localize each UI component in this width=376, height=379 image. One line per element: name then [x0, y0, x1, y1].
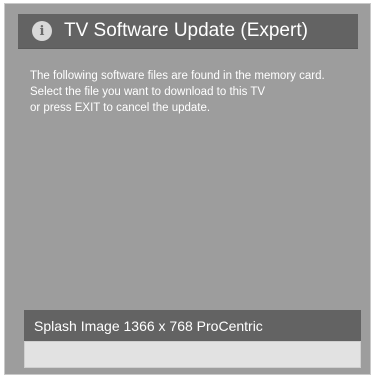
dialog-title: TV Software Update (Expert) [64, 20, 308, 41]
file-item-splash-image[interactable]: Splash Image 1366 x 768 ProCentric [24, 310, 361, 341]
message-line: The following software files are found i… [30, 70, 325, 82]
message-line: Select the file you want to download to … [30, 86, 266, 98]
file-list: Splash Image 1366 x 768 ProCentric [24, 310, 361, 368]
message-line: or press EXIT to cancel the update. [30, 102, 211, 114]
file-item-empty[interactable] [24, 341, 361, 368]
dialog-title-bar: i TV Software Update (Expert) [18, 14, 358, 49]
dialog-message: The following software files are found i… [30, 68, 360, 116]
info-icon: i [32, 21, 52, 41]
